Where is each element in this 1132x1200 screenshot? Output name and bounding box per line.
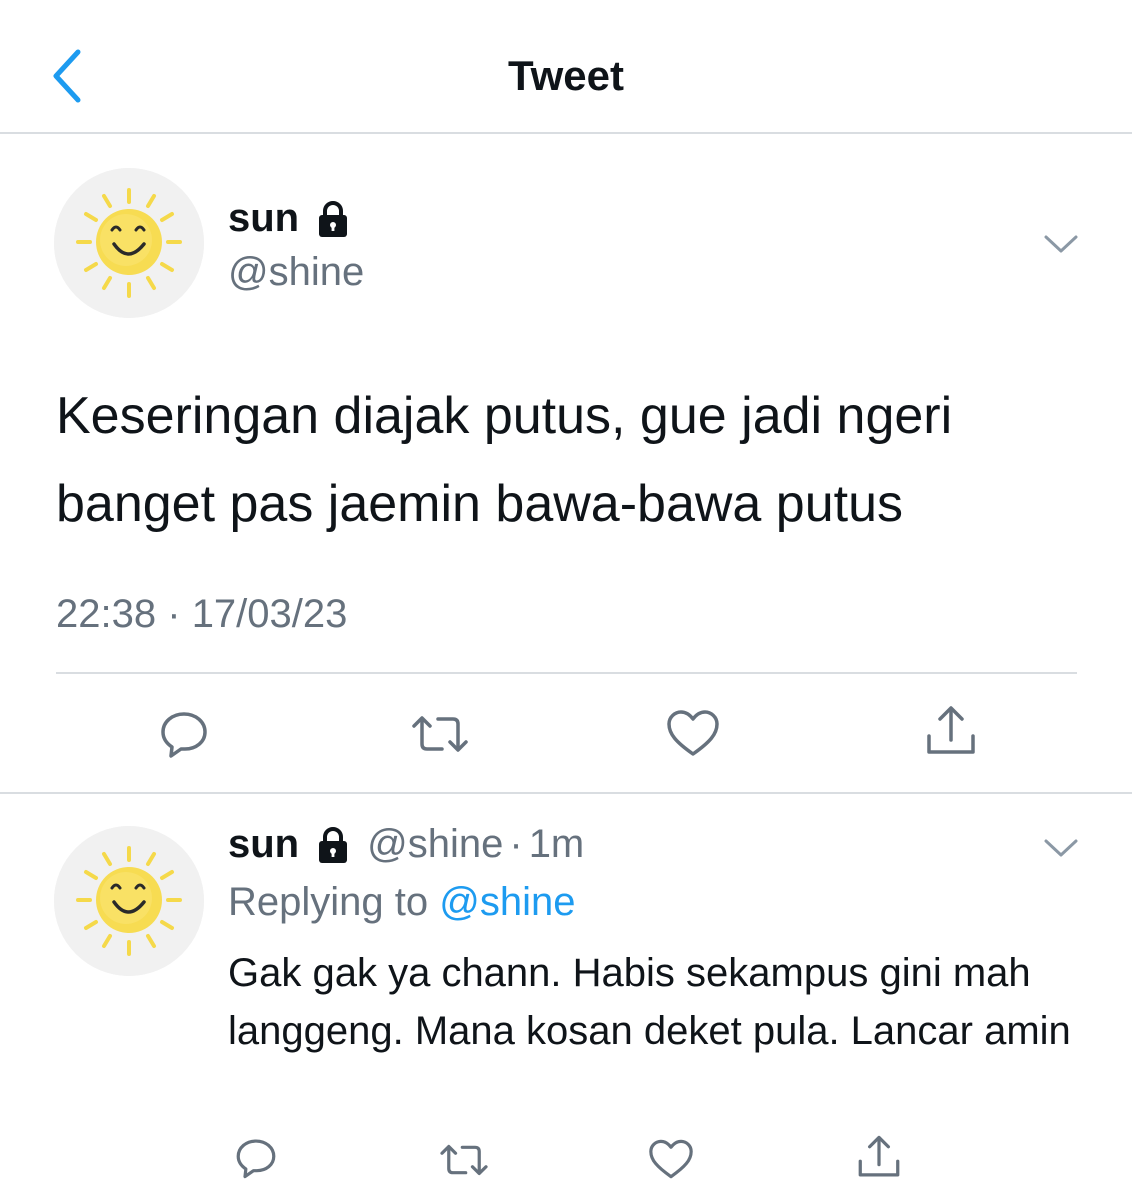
author-name-label: sun <box>228 196 300 240</box>
reply-retweet-button[interactable] <box>438 1138 490 1182</box>
reply-separator: · <box>509 822 523 866</box>
sun-avatar-icon <box>54 168 204 318</box>
reply-time-ago: 1m <box>528 822 585 866</box>
chevron-down-icon <box>1044 839 1078 857</box>
reply-share-button[interactable] <box>856 1134 902 1180</box>
sun-avatar-icon <box>54 826 204 976</box>
reply-button[interactable] <box>158 708 210 760</box>
page-title: Tweet <box>508 52 624 99</box>
like-icon <box>667 710 719 756</box>
reply-text: Gak gak ya chann. Habis sekampus gini ma… <box>228 951 1071 1053</box>
like-button[interactable] <box>666 708 720 758</box>
like-icon <box>649 1139 693 1179</box>
replying-to-label: Replying to <box>228 880 429 924</box>
lock-icon <box>319 826 348 863</box>
retweet-icon <box>440 1144 488 1176</box>
tweet-options-button[interactable] <box>1043 232 1079 256</box>
replying-to-mention[interactable]: @shine <box>439 880 575 924</box>
reply-reply-button[interactable] <box>234 1136 278 1180</box>
avatar[interactable] <box>54 168 204 318</box>
retweet-icon <box>412 716 468 752</box>
divider <box>56 672 1077 674</box>
reply-like-button[interactable] <box>648 1138 694 1180</box>
share-icon <box>858 1135 900 1177</box>
retweet-button[interactable] <box>410 708 470 760</box>
section-divider <box>0 792 1132 794</box>
reply-author-handle[interactable]: @shine <box>367 822 503 867</box>
reply-header: sun @shine · 1m <box>228 822 584 867</box>
tweet-text: Keseringan diajak putus, gue jadi ngeri … <box>56 387 953 533</box>
tweet-time: 22:38 <box>56 592 157 636</box>
reply-author-name[interactable]: sun <box>228 822 353 867</box>
reply-icon <box>161 712 207 758</box>
chevron-down-icon <box>1044 235 1078 253</box>
reply-avatar[interactable] <box>54 826 204 976</box>
share-icon <box>927 706 975 754</box>
meta-separator: · <box>167 592 181 636</box>
share-button[interactable] <box>924 704 978 758</box>
reply-options-button[interactable] <box>1043 836 1079 860</box>
top-bar: Tweet <box>0 0 1132 134</box>
replying-to: Replying to @shine <box>228 880 575 925</box>
author-name[interactable]: sun <box>228 196 353 241</box>
tweet-timestamp: 22:38 · 17/03/23 <box>56 592 347 637</box>
reply-author-name-label: sun <box>228 822 300 866</box>
lock-icon <box>319 200 348 237</box>
tweet-date: 17/03/23 <box>191 592 348 636</box>
author-handle[interactable]: @shine <box>228 250 364 295</box>
reply-icon <box>236 1139 276 1179</box>
